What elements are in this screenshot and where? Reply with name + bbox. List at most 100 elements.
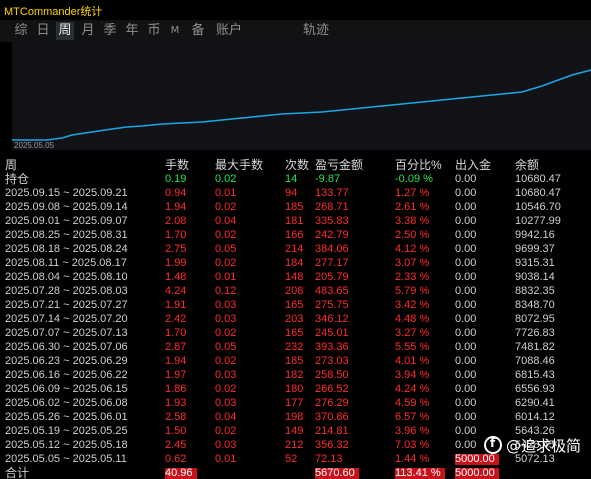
window-title: MTCommander统计	[4, 6, 103, 18]
cell-percent: 4.01 %	[395, 355, 430, 367]
cell-deposit: 0.00	[455, 271, 477, 283]
cell-lots: 0.62	[165, 453, 187, 465]
cell-week: 2025.05.26 ~ 2025.06.01	[5, 411, 128, 423]
cell-percent: 4.48 %	[395, 313, 430, 325]
cell-balance: 7088.46	[515, 355, 555, 367]
cell-max-lots: 0.01	[215, 453, 237, 465]
cell-balance: 8072.95	[515, 313, 555, 325]
cell-max-lots: 0.01	[215, 271, 237, 283]
cell-lots: 1.99	[165, 257, 187, 269]
cell-balance: 9942.16	[515, 229, 555, 241]
cell-percent: 3.07 %	[395, 257, 430, 269]
cell-count: 184	[285, 257, 304, 269]
cell-max-lots: 0.03	[215, 299, 237, 311]
cell-max-lots: 0.02	[215, 229, 237, 241]
cell-max-lots: 0.02	[215, 327, 237, 339]
cell-count: 208	[285, 285, 304, 297]
cell-pnl: 276.29	[315, 397, 349, 409]
tab-week[interactable]: 周	[56, 22, 74, 40]
cell-percent: 3.96 %	[395, 425, 430, 437]
cell-deposit: 0.00	[455, 229, 477, 241]
tab-account[interactable]: 账户	[214, 22, 244, 40]
total-label: 合计	[5, 466, 30, 479]
cell-percent: 6.57 %	[395, 411, 430, 423]
total-pnl: 5670.60	[315, 468, 359, 479]
cell-deposit: 0.00	[455, 257, 477, 269]
header-lots: 手数	[165, 158, 190, 172]
holding-deposit: 0.00	[455, 173, 477, 185]
cell-balance: 8348.70	[515, 299, 555, 311]
cell-deposit: 0.00	[455, 327, 477, 339]
cell-count: 203	[285, 313, 304, 325]
cell-week: 2025.08.25 ~ 2025.08.31	[5, 229, 128, 241]
table-row: 2025.06.09 ~ 2025.06.15 1.86 0.02 180 266.52…	[0, 383, 591, 396]
cell-count: 181	[285, 215, 304, 227]
cell-pnl: 242.79	[315, 229, 349, 241]
cell-pnl: 346.12	[315, 313, 349, 325]
cell-deposit: 0.00	[455, 285, 477, 297]
tab-summary[interactable]: 综	[12, 22, 30, 40]
tab-month[interactable]: 月	[79, 22, 97, 40]
header-week: 周	[5, 158, 18, 172]
cell-count: 148	[285, 271, 304, 283]
cell-week: 2025.07.28 ~ 2025.08.03	[5, 285, 128, 297]
cell-count: 185	[285, 355, 304, 367]
cell-week: 2025.08.11 ~ 2025.08.17	[5, 257, 127, 269]
tab-year[interactable]: 年	[123, 22, 141, 40]
cell-lots: 1.91	[165, 299, 187, 311]
cell-week: 2025.06.09 ~ 2025.06.15	[5, 383, 128, 395]
cell-max-lots: 0.02	[215, 425, 237, 437]
cell-count: 232	[285, 341, 304, 353]
cell-deposit: 0.00	[455, 411, 477, 423]
cell-percent: 4.12 %	[395, 243, 430, 255]
cell-deposit: 0.00	[455, 341, 477, 353]
cell-percent: 3.38 %	[395, 215, 430, 227]
cell-week: 2025.05.05 ~ 2025.05.11	[5, 453, 127, 465]
cell-max-lots: 0.02	[215, 355, 237, 367]
cell-pnl: 72.13	[315, 453, 343, 465]
cell-balance: 10277.99	[515, 215, 561, 227]
cell-max-lots: 0.04	[215, 215, 237, 227]
cell-lots: 1.97	[165, 369, 187, 381]
holding-max-lots: 0.02	[215, 173, 237, 185]
tab-track[interactable]: 轨迹	[301, 22, 331, 40]
equity-chart-svg	[12, 69, 591, 141]
table-row: 2025.07.14 ~ 2025.07.20 2.42 0.03 203 346.12…	[0, 313, 591, 326]
cell-max-lots: 0.03	[215, 369, 237, 381]
cell-lots: 2.42	[165, 313, 187, 325]
tab-currency[interactable]: 币	[145, 22, 163, 40]
cell-balance: 9699.37	[515, 243, 555, 255]
watermark-text: @追求极简	[505, 436, 581, 455]
header-pnl: 盈亏金额	[315, 158, 364, 172]
tab-quarter[interactable]: 季	[101, 22, 119, 40]
cell-pnl: 214.81	[315, 425, 349, 437]
holding-label: 持仓	[5, 172, 30, 186]
watermark: @追求极简	[480, 432, 585, 458]
cell-week: 2025.07.21 ~ 2025.07.27	[5, 299, 128, 311]
header-count: 次数	[285, 158, 310, 172]
tab-day[interactable]: 日	[34, 22, 52, 40]
cell-max-lots: 0.02	[215, 383, 237, 395]
cell-max-lots: 0.04	[215, 411, 237, 423]
cell-percent: 1.44 %	[395, 453, 430, 465]
cell-balance: 10680.47	[515, 187, 561, 199]
cell-balance: 7726.83	[515, 327, 555, 339]
holding-percent: -0.09 %	[395, 173, 433, 185]
holding-count: 14	[285, 173, 298, 185]
cell-percent: 5.79 %	[395, 285, 430, 297]
cell-week: 2025.07.14 ~ 2025.07.20	[5, 313, 128, 325]
cell-balance: 9038.14	[515, 271, 555, 283]
cell-count: 180	[285, 383, 304, 395]
cell-pnl: 356.32	[315, 439, 349, 451]
cell-balance: 6014.12	[515, 411, 555, 423]
cell-week: 2025.06.16 ~ 2025.06.22	[5, 369, 128, 381]
cell-balance: 6815.43	[515, 369, 555, 381]
equity-chart	[12, 42, 591, 150]
tab-notes[interactable]: 备	[189, 22, 207, 40]
cell-balance: 7481.82	[515, 341, 555, 353]
cell-week: 2025.09.01 ~ 2025.09.07	[5, 215, 128, 227]
cell-percent: 3.27 %	[395, 327, 430, 339]
tab-m[interactable]: M	[168, 22, 182, 40]
cell-max-lots: 0.02	[215, 201, 237, 213]
cell-lots: 2.75	[165, 243, 187, 255]
